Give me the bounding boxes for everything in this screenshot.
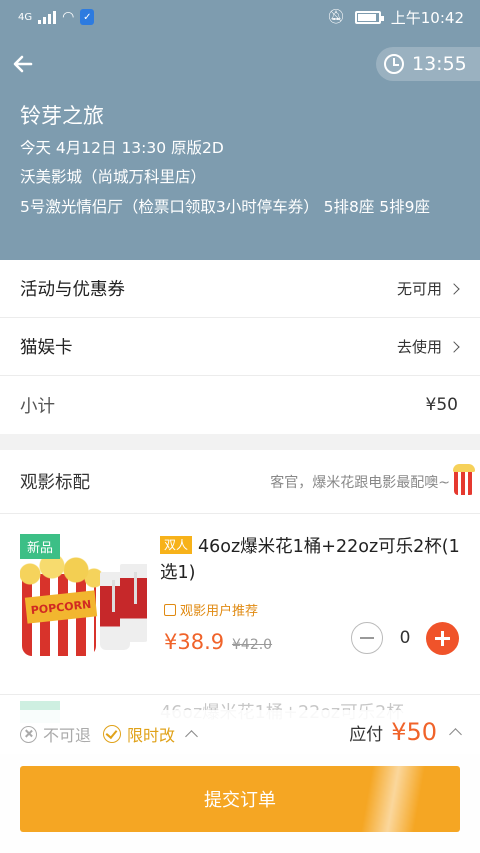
quantity-value: 0	[399, 628, 411, 648]
battery-icon	[354, 10, 384, 24]
submit-order-button[interactable]: 提交订单	[20, 766, 460, 832]
chevron-right-icon	[448, 340, 460, 353]
chevron-up-icon	[185, 730, 198, 743]
snack-product-card: 新品 POPCORN 双人 46oz爆米花1桶+22oz可乐2杯(1选1) 观影用…	[0, 514, 480, 694]
thumbs-up-icon	[164, 603, 176, 616]
cola-cup	[120, 564, 147, 642]
no-refund-icon	[20, 725, 37, 743]
new-tag: 新品	[20, 534, 61, 559]
snack-slogan: 客官，爆米花跟电影最配噢~	[270, 474, 450, 491]
due-amount: ¥50	[391, 718, 437, 746]
hall-and-seats: 5号激光情侣厅（检票口领取3小时停车券） 5排8座 5排9座	[20, 198, 431, 216]
chevron-up-icon	[449, 728, 462, 741]
order-options: 活动与优惠券 无可用 猫娱卡 去使用 小计 ¥50	[0, 260, 480, 434]
cinema-name: 沃美影城（尚城万科里店）	[20, 168, 207, 186]
snack-section-title: 观影标配	[20, 473, 90, 493]
check-circle-icon	[103, 725, 122, 743]
cat-card-row[interactable]: 猫娱卡 去使用	[0, 318, 480, 376]
snack-section-header: 观影标配 客官，爆米花跟电影最配噢~	[0, 450, 480, 514]
countdown-text: 13:55	[412, 53, 467, 75]
product-title: 双人 46oz爆米花1桶+22oz可乐2杯(1选1)	[160, 534, 465, 586]
status-bar: 4G ◠ ✓ 🔕︎ 上午10:42	[0, 0, 480, 34]
signal-icon	[38, 10, 57, 24]
order-header: 4G ◠ ✓ 🔕︎ 上午10:42 13:55 铃芽之旅 今天 4月12日 13…	[0, 0, 480, 260]
pair-badge: 双人	[160, 536, 193, 554]
clock-icon	[384, 54, 404, 74]
ticket-policy[interactable]: 不可退 限时改	[20, 722, 198, 746]
decrease-quantity-button[interactable]	[351, 622, 383, 654]
popcorn-top	[20, 556, 102, 590]
submit-order-label: 提交订单	[204, 790, 276, 811]
chevron-right-icon	[448, 282, 460, 295]
minus-icon	[360, 637, 374, 639]
popcorn-icon	[453, 463, 475, 495]
amount-due[interactable]: 应付 ¥50	[349, 718, 462, 746]
mute-icon: 🔕︎	[326, 9, 345, 25]
coupon-row[interactable]: 活动与优惠券 无可用	[0, 260, 480, 318]
increase-quantity-button[interactable]	[426, 622, 459, 655]
recommend-tag: 观影用户推荐	[164, 600, 258, 619]
subtotal-value: ¥50	[425, 395, 458, 415]
product-price: ¥38.9	[164, 630, 225, 654]
wifi-icon: ◠	[62, 9, 75, 25]
product-original-price: ¥42.0	[232, 637, 273, 653]
back-button[interactable]	[6, 50, 40, 78]
showtime: 今天 4月12日 13:30 原版2D	[20, 139, 224, 157]
no-refund-text: 不可退	[43, 726, 92, 745]
status-time: 上午10:42	[390, 8, 464, 27]
coupon-label: 活动与优惠券	[20, 280, 125, 300]
cat-card-value: 去使用	[396, 338, 442, 356]
limited-change-text: 限时改	[127, 726, 176, 745]
cat-card-label: 猫娱卡	[20, 338, 73, 358]
checkout-bar: 不可退 限时改 应付 ¥50 提交订单	[0, 710, 480, 853]
subtotal-label: 小计	[20, 396, 55, 417]
movie-title: 铃芽之旅	[20, 104, 104, 128]
due-label: 应付	[349, 724, 384, 745]
product-image: 新品 POPCORN	[20, 534, 147, 661]
recommend-text: 观影用户推荐	[180, 604, 259, 619]
countdown-timer: 13:55	[376, 47, 480, 81]
shield-icon: ✓	[80, 9, 95, 25]
product-name: 46oz爆米花1桶+22oz可乐2杯(1选1)	[160, 537, 460, 583]
coupon-value: 无可用	[396, 280, 442, 298]
network-label: 4G	[18, 11, 33, 23]
back-arrow-icon	[13, 55, 33, 73]
subtotal-row: 小计 ¥50	[0, 376, 480, 434]
